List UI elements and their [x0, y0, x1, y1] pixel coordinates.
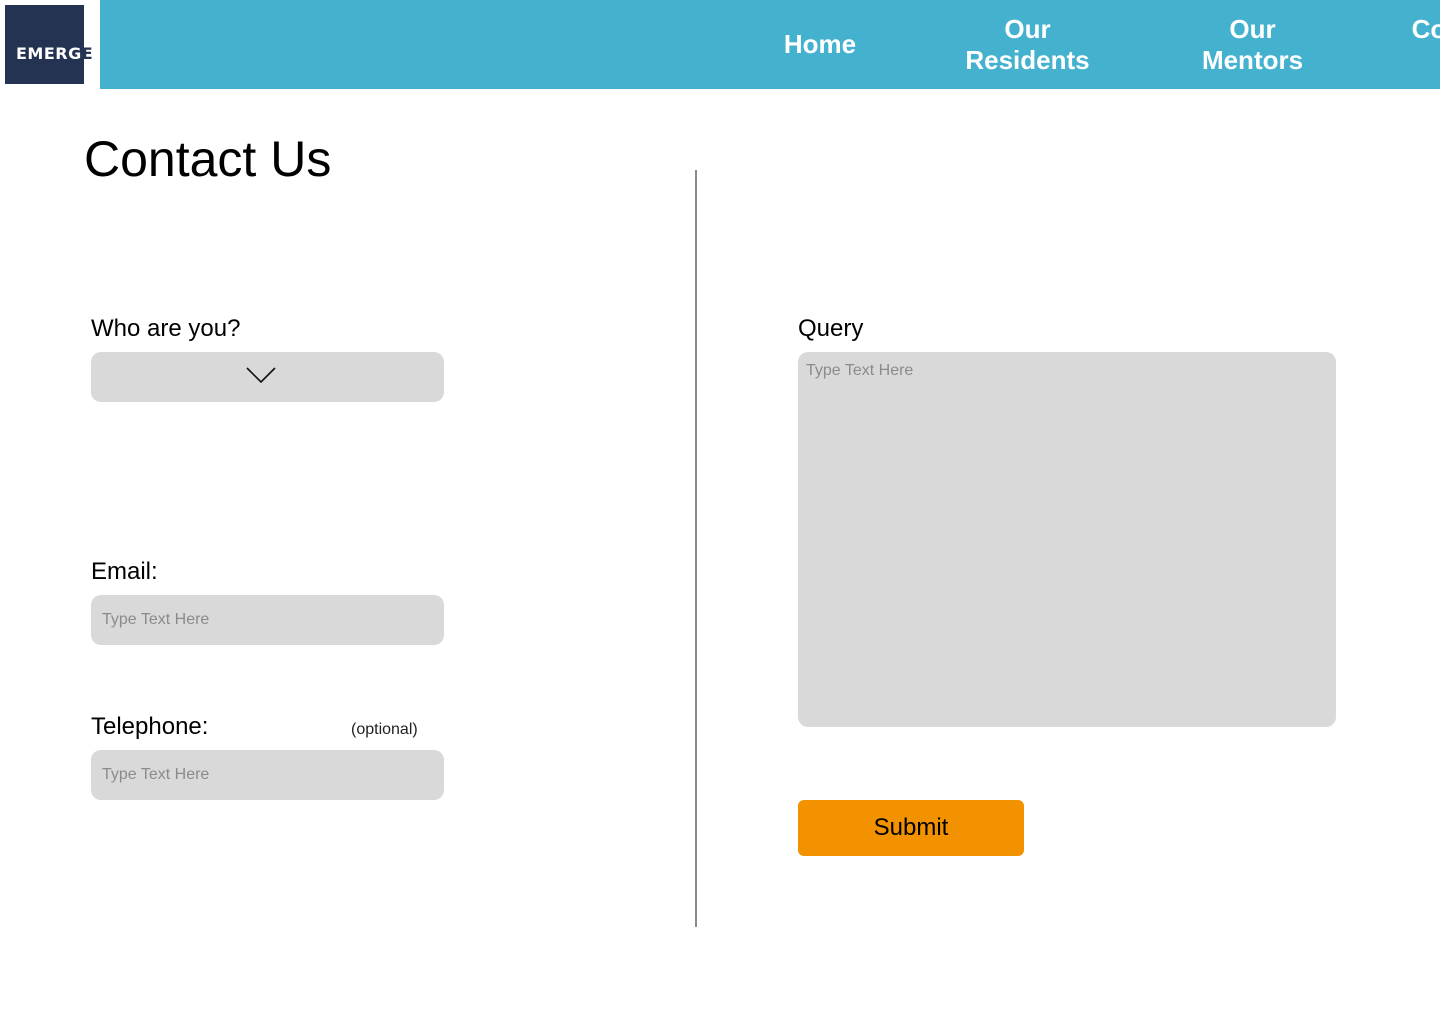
submit-button[interactable]: Submit: [798, 800, 1024, 856]
nav-residents-label-line1: Our: [1004, 13, 1051, 44]
logo-text-tail: E: [81, 44, 94, 63]
logo-text: EMERGE: [16, 44, 93, 64]
nav-contact-us-link[interactable]: Contact Us: [1390, 0, 1440, 89]
email-label: Email:: [91, 558, 158, 585]
telephone-label: Telephone:: [91, 713, 209, 740]
top-navigation-bar: Home Our Residents Our Mentors Contact U…: [100, 0, 1440, 89]
nav-contact-label-line2: Us: [1412, 45, 1440, 76]
nav-home-link[interactable]: Home: [760, 0, 880, 89]
email-field[interactable]: [91, 595, 444, 645]
nav-our-residents-link[interactable]: Our Residents: [945, 0, 1110, 89]
logo-area: EMERGE: [0, 0, 100, 89]
query-label: Query: [798, 315, 864, 342]
query-textarea[interactable]: [798, 352, 1336, 727]
nav-mentors-label-line2: Mentors: [1201, 44, 1304, 75]
nav-residents-label-line2: Residents: [965, 44, 1090, 75]
who-are-you-label: Who are you?: [91, 315, 241, 342]
nav-our-mentors-link[interactable]: Our Mentors: [1180, 0, 1325, 89]
nav-mentors-label-line1: Our: [1229, 13, 1276, 44]
telephone-optional-note: (optional): [351, 721, 418, 738]
nav-home-label: Home: [783, 29, 857, 59]
chevron-down-icon: [246, 367, 276, 384]
nav-contact-label-line1: Contact: [1411, 13, 1440, 44]
contact-page: EMERGE Home Our Residents Our Mentors Co…: [0, 0, 1440, 1024]
telephone-field[interactable]: [91, 750, 444, 800]
page-title: Contact Us: [84, 131, 332, 187]
logo-text-main: EMERG: [16, 44, 82, 63]
who-are-you-dropdown[interactable]: [91, 352, 444, 402]
column-divider: [695, 170, 697, 927]
